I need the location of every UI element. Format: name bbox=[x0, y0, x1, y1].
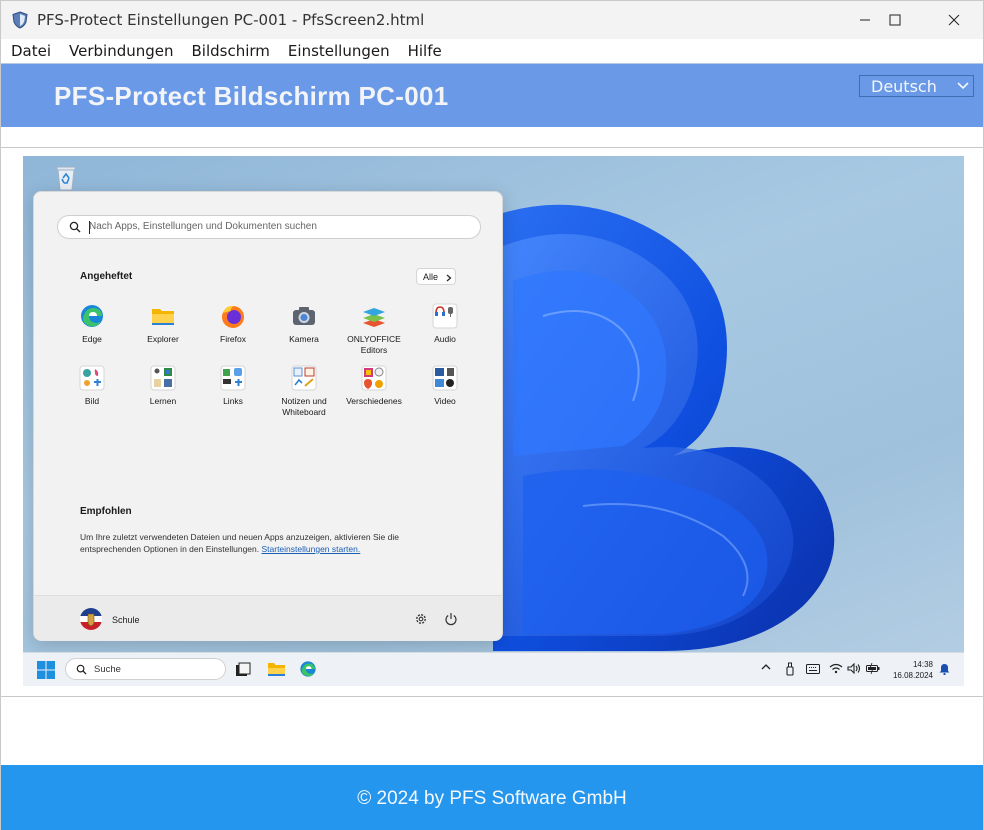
menu-hilfe[interactable]: Hilfe bbox=[399, 39, 451, 63]
user-name: Schule bbox=[112, 615, 140, 625]
misc-folder-icon bbox=[361, 365, 387, 391]
avatar[interactable] bbox=[80, 608, 102, 630]
taskbar-search-input[interactable]: Suche bbox=[65, 658, 226, 680]
app-label: Edge bbox=[82, 334, 102, 344]
app-label: Audio bbox=[434, 334, 456, 344]
taskbar-search-label: Suche bbox=[94, 664, 121, 675]
search-icon bbox=[69, 221, 81, 233]
language-select[interactable]: Deutsch bbox=[859, 75, 974, 97]
start-settings-link[interactable]: Starteinstellungen starten. bbox=[261, 544, 360, 554]
page-header: PFS-Protect Bildschirm PC-001 Deutsch bbox=[1, 63, 983, 127]
usb-icon[interactable] bbox=[785, 662, 795, 676]
app-audio[interactable]: Audio bbox=[410, 303, 480, 345]
app-edge[interactable]: Edge bbox=[57, 303, 127, 345]
app-video[interactable]: Video bbox=[410, 365, 480, 407]
app-label: Verschiedenes bbox=[346, 396, 402, 406]
close-button[interactable] bbox=[925, 1, 983, 39]
app-links[interactable]: Links bbox=[198, 365, 268, 407]
chevron-up-icon[interactable] bbox=[761, 662, 771, 672]
notes-folder-icon bbox=[291, 365, 317, 391]
title-bar: PFS-Protect Einstellungen PC-001 - PfsSc… bbox=[1, 1, 983, 39]
app-label: Video bbox=[434, 396, 456, 406]
video-folder-icon bbox=[432, 365, 458, 391]
wifi-icon[interactable] bbox=[829, 663, 843, 674]
menu-datei[interactable]: Datei bbox=[1, 39, 60, 63]
gear-icon[interactable] bbox=[414, 612, 428, 626]
firefox-icon bbox=[222, 305, 244, 328]
menu-bar: Datei Verbindungen Bildschirm Einstellun… bbox=[1, 39, 983, 63]
divider bbox=[1, 696, 983, 697]
start-menu: Nach Apps, Einstellungen und Dokumenten … bbox=[33, 191, 503, 641]
windows-start-icon[interactable] bbox=[37, 661, 55, 679]
shield-icon bbox=[12, 11, 28, 29]
maximize-icon bbox=[889, 14, 901, 26]
menu-einstellungen[interactable]: Einstellungen bbox=[279, 39, 399, 63]
audio-folder-icon bbox=[432, 303, 458, 329]
menu-verbindungen[interactable]: Verbindungen bbox=[60, 39, 182, 63]
power-icon[interactable] bbox=[444, 612, 458, 626]
app-bild[interactable]: Bild bbox=[57, 365, 127, 407]
language-value: Deutsch bbox=[871, 77, 937, 96]
app-label: ONLYOFFICE Editors bbox=[347, 334, 401, 355]
clock-time: 14:38 bbox=[912, 660, 933, 669]
camera-icon bbox=[293, 307, 315, 325]
remote-screen[interactable]: Nach Apps, Einstellungen und Dokumenten … bbox=[23, 156, 964, 686]
keyboard-icon[interactable] bbox=[806, 664, 820, 674]
battery-icon[interactable] bbox=[866, 663, 880, 674]
folder-icon bbox=[152, 309, 174, 325]
window-title: PFS-Protect Einstellungen PC-001 - PfsSc… bbox=[37, 11, 425, 29]
all-apps-button[interactable]: Alle bbox=[416, 268, 456, 285]
file-explorer-icon[interactable] bbox=[267, 660, 286, 678]
app-label: Firefox bbox=[220, 334, 246, 344]
start-search-input[interactable]: Nach Apps, Einstellungen und Dokumenten … bbox=[57, 215, 481, 239]
edge-icon bbox=[81, 305, 103, 327]
search-placeholder: Nach Apps, Einstellungen und Dokumenten … bbox=[89, 221, 317, 232]
start-menu-footer: Schule bbox=[34, 595, 502, 641]
menu-bildschirm[interactable]: Bildschirm bbox=[183, 39, 279, 63]
pinned-heading: Angeheftet bbox=[80, 271, 133, 282]
learn-folder-icon bbox=[150, 365, 176, 391]
app-label: Bild bbox=[84, 396, 100, 406]
recycle-bin-icon[interactable] bbox=[53, 164, 79, 192]
app-firefox[interactable]: Firefox bbox=[198, 303, 268, 345]
app-lernen[interactable]: Lernen bbox=[128, 365, 198, 407]
copyright-text: © 2024 by PFS Software GmbH bbox=[357, 788, 627, 809]
app-label: Notizen und Whiteboard bbox=[281, 396, 327, 417]
app-label: Explorer bbox=[147, 334, 179, 344]
search-icon bbox=[76, 664, 87, 675]
divider bbox=[1, 147, 983, 148]
volume-icon[interactable] bbox=[847, 663, 861, 674]
onlyoffice-icon bbox=[363, 308, 385, 327]
close-icon bbox=[948, 14, 960, 26]
image-folder-icon bbox=[79, 365, 105, 391]
recommended-heading: Empfohlen bbox=[80, 506, 132, 517]
app-camera[interactable]: Kamera bbox=[269, 303, 339, 345]
edge-icon[interactable] bbox=[299, 660, 317, 678]
task-view-icon[interactable] bbox=[235, 662, 251, 678]
links-folder-icon bbox=[220, 365, 246, 391]
app-notizen[interactable]: Notizen und Whiteboard bbox=[269, 365, 339, 418]
app-verschiedenes[interactable]: Verschiedenes bbox=[339, 365, 409, 407]
page-footer: © 2024 by PFS Software GmbH bbox=[1, 765, 983, 830]
all-apps-label: Alle bbox=[423, 272, 439, 282]
app-label: Kamera bbox=[289, 334, 319, 344]
app-explorer[interactable]: Explorer bbox=[128, 303, 198, 345]
page-title: PFS-Protect Bildschirm PC-001 bbox=[54, 81, 449, 111]
app-onlyoffice[interactable]: ONLYOFFICE Editors bbox=[339, 303, 409, 356]
app-label: Links bbox=[223, 396, 243, 406]
user-avatar-icon bbox=[80, 608, 102, 630]
app-label: Lernen bbox=[149, 396, 177, 406]
clock-date: 16.08.2024 bbox=[892, 671, 933, 680]
notification-bell-icon[interactable] bbox=[939, 663, 950, 675]
chevron-right-icon bbox=[446, 274, 452, 282]
taskbar: Suche 14:38 16.08.2024 bbox=[23, 652, 964, 686]
recommended-text: Um Ihre zuletzt verwendeten Dateien und … bbox=[80, 531, 440, 555]
maximize-button[interactable] bbox=[866, 1, 924, 39]
app-window: PFS-Protect Einstellungen PC-001 - PfsSc… bbox=[0, 0, 984, 830]
system-clock[interactable]: 14:38 16.08.2024 bbox=[889, 659, 933, 681]
chevron-down-icon bbox=[957, 82, 969, 90]
